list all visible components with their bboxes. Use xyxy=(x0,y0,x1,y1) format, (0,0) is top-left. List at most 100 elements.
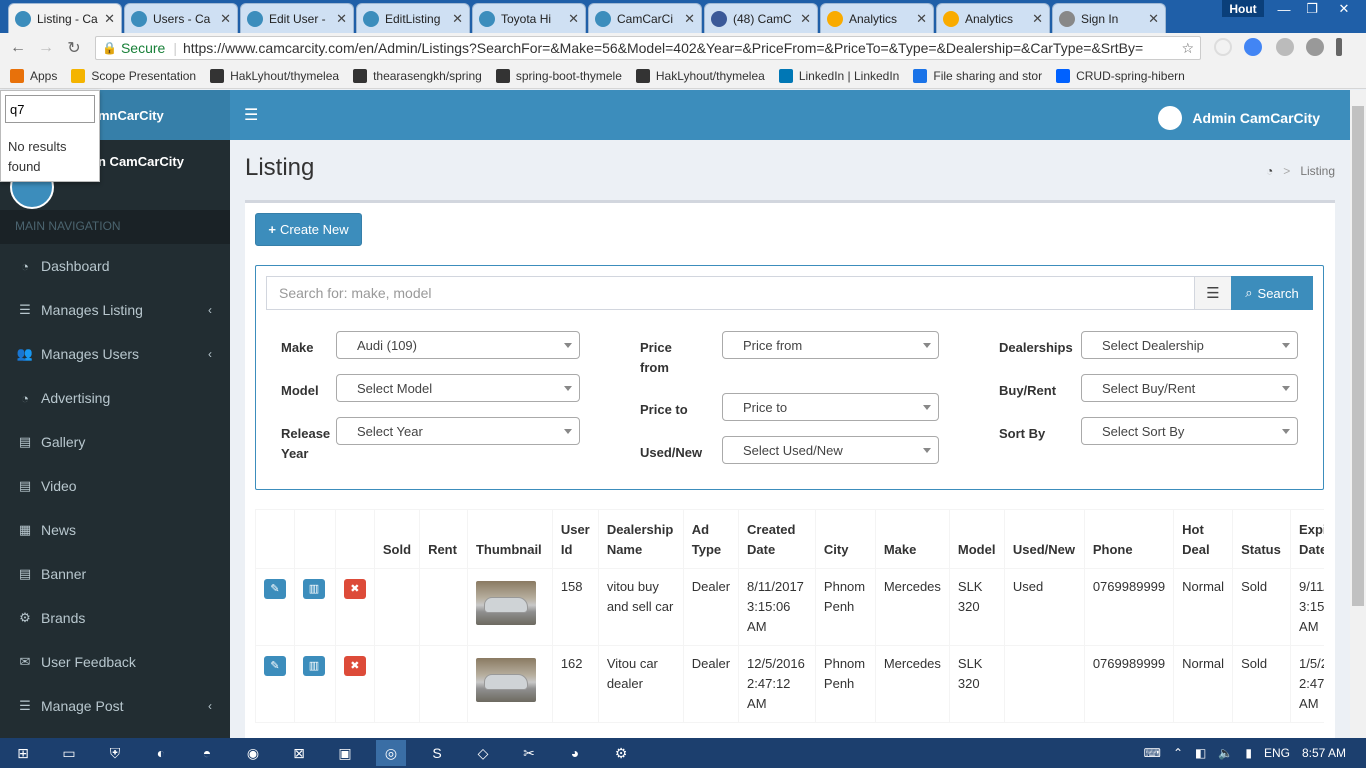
chrome-icon[interactable]: ◎ xyxy=(376,740,406,766)
bookmark-item[interactable]: Scope Presentation xyxy=(71,68,196,83)
search-button[interactable]: ⌕ Search xyxy=(1231,276,1313,310)
browser-tab[interactable]: Listing - Ca ✕ xyxy=(8,3,122,33)
refresh-app-icon[interactable]: ◐ xyxy=(146,740,176,766)
browser-tab[interactable]: (48) CamC ✕ xyxy=(704,3,818,33)
table-row[interactable]: ✎ ▥ ✖ 162 Vitou car dealer Dealer 12/5/2016 2:… xyxy=(255,645,1324,723)
phpstorm-icon[interactable]: ▣ xyxy=(330,740,360,766)
close-tab-icon[interactable]: ✕ xyxy=(1032,11,1043,27)
bookmark-item[interactable]: LinkedIn | LinkedIn xyxy=(778,68,899,83)
language-indicator[interactable]: ENG xyxy=(1264,746,1290,760)
car-thumbnail[interactable] xyxy=(475,581,536,625)
paint-icon[interactable]: ◕ xyxy=(560,740,590,766)
tools-icon[interactable]: ✂ xyxy=(514,740,544,766)
table-row[interactable]: ✎ ▥ ✖ 158 vitou buy and sell car Dealer 8/11/2… xyxy=(255,568,1324,646)
security-shield-icon[interactable]: ⛨ xyxy=(100,740,130,766)
extension-icon[interactable] xyxy=(1214,38,1232,56)
sublime-icon[interactable]: S xyxy=(422,740,452,766)
browser-tab[interactable]: Users - Ca ✕ xyxy=(124,3,238,33)
vscode-icon[interactable]: ◇ xyxy=(468,740,498,766)
delete-icon[interactable]: ✖ xyxy=(343,656,366,676)
sidebar-item-manage-post[interactable]: ☰ Manage Post ‹ xyxy=(0,684,230,728)
keyboard-icon[interactable]: ⌨ xyxy=(1144,746,1161,760)
sidebar-item-user-feedback[interactable]: ✉ User Feedback xyxy=(0,640,230,684)
restore-icon[interactable]: ❐ xyxy=(1298,0,1326,18)
close-window-icon[interactable]: ✕ xyxy=(1326,0,1362,18)
admin-user-menu[interactable]: Admin CamCarCity xyxy=(1158,106,1320,130)
browser-tab[interactable]: Edit User - ✕ xyxy=(240,3,354,33)
profile-button[interactable]: Hout xyxy=(1222,0,1264,17)
bar-chart-icon[interactable]: ▥ xyxy=(303,579,325,599)
xampp-icon[interactable]: ⊠ xyxy=(284,740,314,766)
dashboard-icon[interactable]: ◔ xyxy=(1266,164,1273,178)
close-tab-icon[interactable]: ✕ xyxy=(336,11,347,27)
tray-up-icon[interactable]: ⌃ xyxy=(1173,746,1183,760)
drive-extension-icon[interactable] xyxy=(1276,38,1294,56)
close-tab-icon[interactable]: ✕ xyxy=(916,11,927,27)
browser-tab[interactable]: Analytics ✕ xyxy=(820,3,934,33)
close-tab-icon[interactable]: ✕ xyxy=(104,11,115,27)
browser-tab[interactable]: Sign In ✕ xyxy=(1052,3,1166,33)
list-toggle-button[interactable]: ☰ xyxy=(1194,276,1232,310)
bookmark-item[interactable]: File sharing and stor xyxy=(913,68,1042,83)
sidebar-item-news[interactable]: ▦ News xyxy=(0,508,230,552)
close-tab-icon[interactable]: ✕ xyxy=(568,11,579,27)
search-input[interactable]: Search for: make, model xyxy=(266,276,1195,310)
close-tab-icon[interactable]: ✕ xyxy=(1148,11,1159,27)
android-icon[interactable]: ◓ xyxy=(192,740,222,766)
close-tab-icon[interactable]: ✕ xyxy=(452,11,463,27)
buy-rent-select[interactable]: Select Buy/Rent xyxy=(1081,374,1298,402)
signal-icon[interactable]: ▮ xyxy=(1245,746,1252,760)
sidebar-item-brands[interactable]: ⚙ Brands xyxy=(0,596,230,640)
minimize-icon[interactable]: — xyxy=(1270,0,1298,18)
scrollbar-thumb[interactable] xyxy=(1352,106,1364,606)
forward-icon[interactable]: → xyxy=(32,34,60,62)
bookmark-item[interactable]: Apps xyxy=(10,68,57,83)
bookmark-item[interactable]: HakLyhout/thymelea xyxy=(210,68,339,83)
browser-tab[interactable]: CamCarCi ✕ xyxy=(588,3,702,33)
back-icon[interactable]: ← xyxy=(4,34,32,62)
sidebar-item-gallery[interactable]: ▤ Gallery xyxy=(0,420,230,464)
windows-start-icon[interactable]: ⊞ xyxy=(8,740,38,766)
bookmark-item[interactable]: spring-boot-thymele xyxy=(495,68,622,83)
find-input[interactable] xyxy=(5,95,95,123)
clock[interactable]: 8:57 AM xyxy=(1302,746,1346,760)
chrome-menu-icon[interactable] xyxy=(1336,38,1342,56)
edit-icon[interactable]: ✎ xyxy=(264,656,286,676)
reload-icon[interactable]: ↻ xyxy=(60,34,88,62)
bookmark-star-icon[interactable]: ☆ xyxy=(1181,40,1194,57)
listing-table-wrapper[interactable]: Sold Rent Thumbnail User Id Dealership Name A… xyxy=(255,509,1324,738)
media-icon[interactable]: ◉ xyxy=(238,740,268,766)
sidebar-item-manages-users[interactable]: 👥 Manages Users ‹ xyxy=(0,332,230,376)
sidebar-item-video[interactable]: ▤ Video xyxy=(0,464,230,508)
browser-tab[interactable]: Analytics ✕ xyxy=(936,3,1050,33)
price-from-select[interactable]: Price from xyxy=(722,331,939,359)
file-explorer-icon[interactable]: ▭ xyxy=(54,740,84,766)
bookmark-item[interactable]: CRUD-spring-hibern xyxy=(1056,68,1185,83)
sort-by-select[interactable]: Select Sort By xyxy=(1081,417,1298,445)
bookmark-item[interactable]: HakLyhout/thymelea xyxy=(635,68,765,83)
volume-icon[interactable]: 🔈 xyxy=(1218,746,1233,760)
close-tab-icon[interactable]: ✕ xyxy=(800,11,811,27)
close-tab-icon[interactable]: ✕ xyxy=(684,11,695,27)
globe-extension-icon[interactable] xyxy=(1244,38,1262,56)
sidebar-item-manages-listing[interactable]: ☰ Manages Listing ‹ xyxy=(0,288,230,332)
dealership-select[interactable]: Select Dealership xyxy=(1081,331,1298,359)
sidebar-item-dashboard[interactable]: ◔ Dashboard xyxy=(0,244,230,288)
price-to-select[interactable]: Price to xyxy=(722,393,939,421)
make-select[interactable]: Audi (109) xyxy=(336,331,580,359)
sidebar-item-banner[interactable]: ▤ Banner xyxy=(0,552,230,596)
settings-app-icon[interactable]: ⚙ xyxy=(606,740,636,766)
close-tab-icon[interactable]: ✕ xyxy=(220,11,231,27)
model-select[interactable]: Select Model xyxy=(336,374,580,402)
account-extension-icon[interactable] xyxy=(1306,38,1324,56)
menu-toggle-icon[interactable]: ☰ xyxy=(244,105,258,125)
address-bar[interactable]: 🔒 Secure | https://www.camcarcity.com/en… xyxy=(95,36,1201,60)
browser-tab[interactable]: Toyota Hi ✕ xyxy=(472,3,586,33)
used-new-select[interactable]: Select Used/New xyxy=(722,436,939,464)
browser-tab[interactable]: EditListing ✕ xyxy=(356,3,470,33)
year-select[interactable]: Select Year xyxy=(336,417,580,445)
delete-icon[interactable]: ✖ xyxy=(343,579,366,599)
create-new-button[interactable]: + Create New xyxy=(255,213,362,246)
edit-icon[interactable]: ✎ xyxy=(264,579,286,599)
sidebar-item-advertising[interactable]: ◔ Advertising xyxy=(0,376,230,420)
